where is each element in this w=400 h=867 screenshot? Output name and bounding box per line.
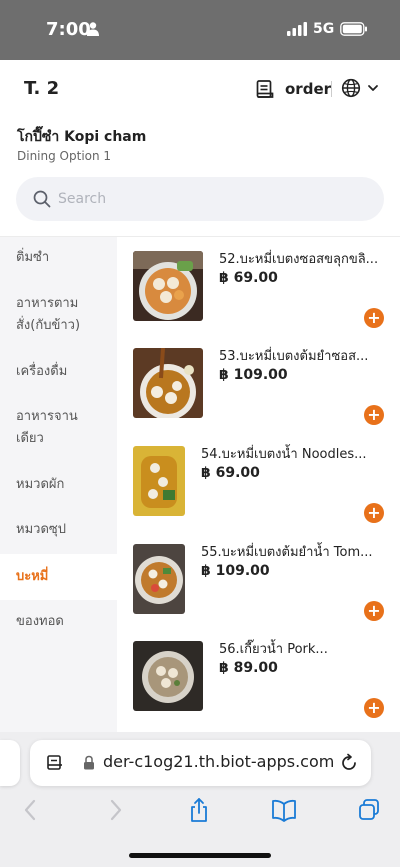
item-name: 56.เกี๊ยวน้ำ Pork... <box>219 642 328 657</box>
store-name: โกปี๊ซำ Kopi cham <box>17 129 147 145</box>
category-soup[interactable]: หมวดซุป <box>0 519 117 549</box>
food-image <box>133 348 203 418</box>
chevron-down-icon <box>368 85 378 91</box>
menu-item[interactable]: 56.เกี๊ยวน้ำ Pork... ฿ 89.00 + <box>117 641 400 732</box>
share-icon[interactable] <box>188 797 210 823</box>
app-header: T. 2 order <box>0 60 400 118</box>
table-code: T. 2 <box>24 78 60 99</box>
search-icon <box>33 190 51 208</box>
category-label: เครื่องดื่ม <box>16 364 68 379</box>
order-button[interactable]: order <box>255 76 331 102</box>
status-bar: 7:00 5G <box>0 0 400 60</box>
add-to-cart-button[interactable]: + <box>364 308 384 328</box>
add-to-cart-button[interactable]: + <box>364 698 384 718</box>
food-image <box>133 446 185 516</box>
add-to-cart-button[interactable]: + <box>364 601 384 621</box>
food-image <box>133 641 203 711</box>
menu-item[interactable]: 53.บะหมี่เบตงต้มยำซอส... ฿ 109.00 + <box>117 348 400 445</box>
item-name: 53.บะหมี่เบตงต้มยำซอส... <box>219 349 369 364</box>
menu-item[interactable]: 52.บะหมี่เบตงซอสขลุกขลิ... ฿ 69.00 + <box>117 251 400 348</box>
menu-list: 52.บะหมี่เบตงซอสขลุกขลิ... ฿ 69.00 + 53.… <box>117 237 400 732</box>
plus-icon: + <box>367 308 381 327</box>
person-icon <box>87 22 99 36</box>
item-price: ฿ 109.00 <box>201 563 270 579</box>
search-input[interactable] <box>58 187 358 211</box>
reader-icon[interactable] <box>46 754 64 772</box>
order-label: order <box>285 80 332 98</box>
item-name: 52.บะหมี่เบตงซอสขลุกขลิ... <box>219 252 379 267</box>
food-image <box>133 544 185 614</box>
search-bar[interactable] <box>16 177 384 221</box>
add-to-cart-button[interactable]: + <box>364 503 384 523</box>
category-label: ของทอด <box>16 614 64 629</box>
category-label: อาหารจาน เดียว <box>16 409 78 446</box>
category-fried[interactable]: ของทอด <box>0 611 117 641</box>
plus-icon: + <box>367 405 381 424</box>
plus-icon: + <box>367 698 381 717</box>
back-icon[interactable] <box>22 797 38 823</box>
dining-option: Dining Option 1 <box>17 149 112 163</box>
previous-tab-peek[interactable] <box>0 740 20 786</box>
category-drinks[interactable]: เครื่องดื่ม <box>0 361 117 391</box>
plus-icon: + <box>367 601 381 620</box>
item-price: ฿ 89.00 <box>219 660 278 676</box>
address-bar[interactable]: der-c1og21.th.biot-apps.com <box>30 740 371 786</box>
reload-icon[interactable] <box>339 753 359 773</box>
home-indicator <box>129 853 271 858</box>
globe-icon <box>341 78 361 98</box>
category-single-dish[interactable]: อาหารจาน เดียว <box>0 406 117 456</box>
category-made-to-order[interactable]: อาหารตาม สั่ง(กับข้าว) <box>0 293 117 343</box>
network-type: 5G <box>313 21 335 37</box>
lock-icon <box>84 755 94 770</box>
tabs-icon[interactable] <box>357 797 381 823</box>
category-label: อาหารตาม สั่ง(กับข้าว) <box>16 296 81 333</box>
battery-icon <box>340 22 367 36</box>
status-time: 7:00 <box>46 19 91 40</box>
item-price: ฿ 109.00 <box>219 367 288 383</box>
category-label: บะหมี่ <box>16 569 49 584</box>
food-image <box>133 251 203 321</box>
signal-icon <box>287 22 307 36</box>
url-text: der-c1og21.th.biot-apps.com <box>103 752 335 771</box>
receipt-icon <box>256 80 274 98</box>
category-vegetables[interactable]: หมวดผัก <box>0 474 117 504</box>
bookmarks-icon[interactable] <box>271 797 297 823</box>
language-selector[interactable] <box>341 78 379 98</box>
category-label: หมวดผัก <box>16 477 65 492</box>
item-price: ฿ 69.00 <box>201 465 260 481</box>
item-price: ฿ 69.00 <box>219 270 278 286</box>
category-sidebar: ติ่มซำ อาหารตาม สั่ง(กับข้าว) เครื่องดื่… <box>0 237 117 732</box>
plus-icon: + <box>367 503 381 522</box>
category-dimsum[interactable]: ติ่มซำ <box>0 247 117 277</box>
add-to-cart-button[interactable]: + <box>364 405 384 425</box>
category-label: หมวดซุป <box>16 522 66 537</box>
item-name: 54.บะหมี่เบตงน้ำ Noodles... <box>201 447 367 462</box>
category-noodles[interactable]: บะหมี่ <box>0 554 117 600</box>
forward-icon[interactable] <box>108 797 124 823</box>
menu-item[interactable]: 54.บะหมี่เบตงน้ำ Noodles... ฿ 69.00 + <box>117 446 400 543</box>
header-divider <box>331 81 332 97</box>
category-label: ติ่มซำ <box>16 250 50 265</box>
item-name: 55.บะหมี่เบตงต้มยำน้ำ Tom... <box>201 545 373 560</box>
menu-item[interactable]: 55.บะหมี่เบตงต้มยำน้ำ Tom... ฿ 109.00 + <box>117 544 400 641</box>
